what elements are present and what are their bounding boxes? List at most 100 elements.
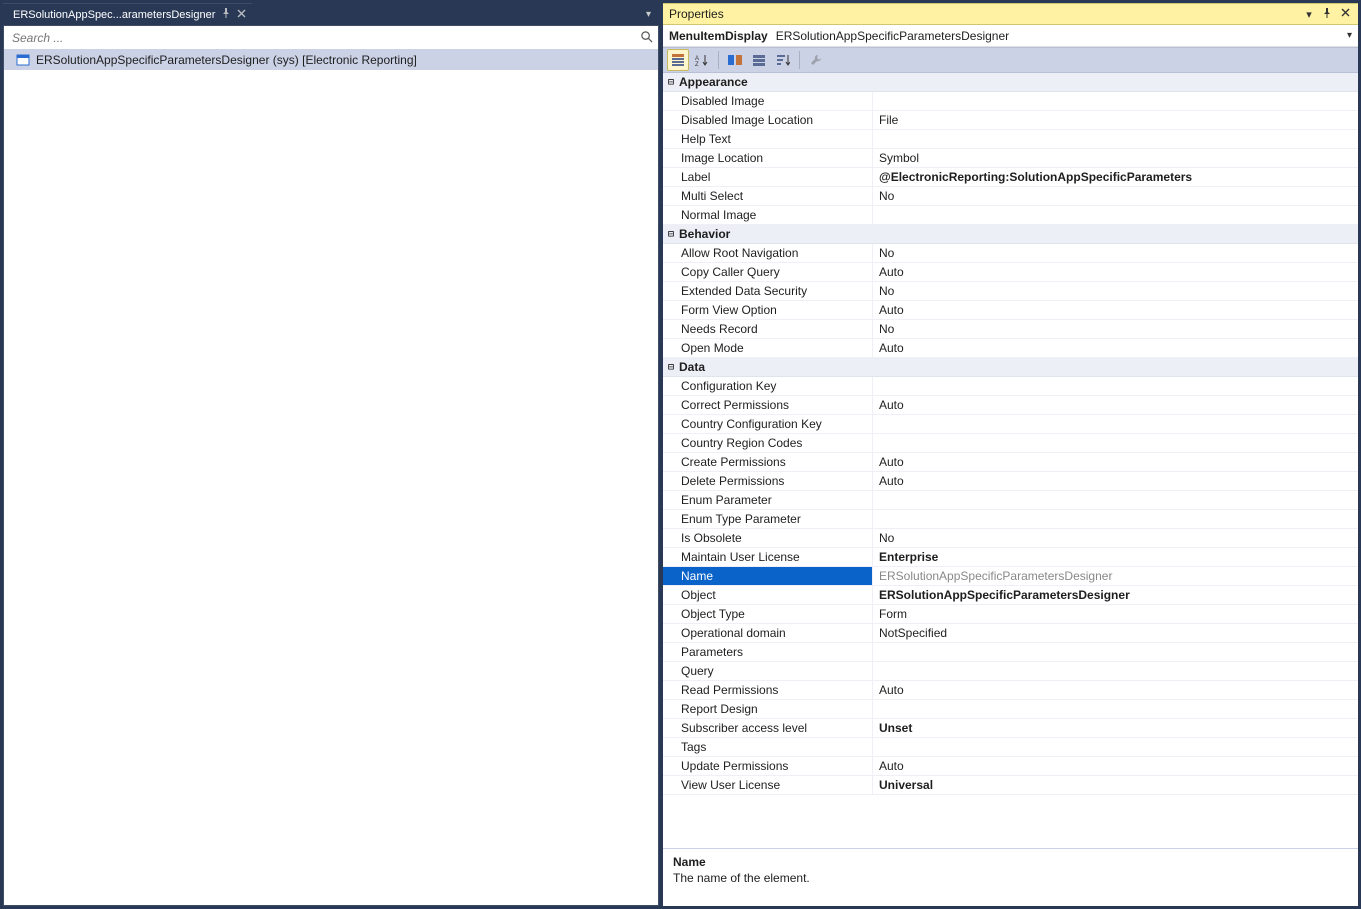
property-row[interactable]: Extended Data SecurityNo xyxy=(663,282,1358,301)
close-icon[interactable] xyxy=(237,9,246,21)
property-row[interactable]: Tags xyxy=(663,738,1358,757)
property-name: Allow Root Navigation xyxy=(663,244,873,262)
property-row[interactable]: Help Text xyxy=(663,130,1358,149)
property-value[interactable] xyxy=(873,510,1358,528)
property-value[interactable]: Auto xyxy=(873,339,1358,357)
search-input[interactable] xyxy=(4,27,634,49)
property-row[interactable]: Operational domainNotSpecified xyxy=(663,624,1358,643)
alphabetical-button[interactable]: AZ xyxy=(691,49,713,71)
property-value[interactable] xyxy=(873,662,1358,680)
property-row[interactable]: Subscriber access levelUnset xyxy=(663,719,1358,738)
categorized-button[interactable] xyxy=(667,49,689,71)
search-icon[interactable] xyxy=(634,30,658,46)
form-tree[interactable]: ERSolutionAppSpecificParametersDesigner … xyxy=(4,50,658,905)
collapse-icon[interactable]: ⊟ xyxy=(663,77,679,88)
property-value[interactable] xyxy=(873,434,1358,452)
property-row[interactable]: Report Design xyxy=(663,700,1358,719)
property-row[interactable]: View User LicenseUniversal xyxy=(663,776,1358,795)
properties-object-selector[interactable]: MenuItemDisplay ERSolutionAppSpecificPar… xyxy=(663,25,1358,47)
property-row[interactable]: ObjectERSolutionAppSpecificParametersDes… xyxy=(663,586,1358,605)
property-value[interactable]: Auto xyxy=(873,263,1358,281)
property-value[interactable]: Auto xyxy=(873,396,1358,414)
property-value[interactable]: ERSolutionAppSpecificParametersDesigner xyxy=(873,567,1358,585)
property-category[interactable]: ⊟Data xyxy=(663,358,1358,377)
property-row[interactable]: Disabled Image xyxy=(663,92,1358,111)
property-row[interactable]: Configuration Key xyxy=(663,377,1358,396)
pin-icon[interactable] xyxy=(221,8,231,21)
property-row[interactable]: Correct PermissionsAuto xyxy=(663,396,1358,415)
property-value[interactable] xyxy=(873,415,1358,433)
extensions-button[interactable] xyxy=(724,49,746,71)
property-row[interactable]: Maintain User LicenseEnterprise xyxy=(663,548,1358,567)
properties-grid[interactable]: ⊟AppearanceDisabled ImageDisabled Image … xyxy=(663,73,1358,848)
property-value[interactable]: Auto xyxy=(873,301,1358,319)
property-value[interactable]: Auto xyxy=(873,472,1358,490)
property-row[interactable]: Country Configuration Key xyxy=(663,415,1358,434)
property-value[interactable]: File xyxy=(873,111,1358,129)
property-value[interactable]: No xyxy=(873,187,1358,205)
property-row[interactable]: Label@ElectronicReporting:SolutionAppSpe… xyxy=(663,168,1358,187)
property-value[interactable]: No xyxy=(873,320,1358,338)
property-row[interactable]: Delete PermissionsAuto xyxy=(663,472,1358,491)
sort-button[interactable] xyxy=(772,49,794,71)
property-row[interactable]: Update PermissionsAuto xyxy=(663,757,1358,776)
autohide-pin-icon[interactable] xyxy=(1320,8,1334,21)
property-value[interactable] xyxy=(873,491,1358,509)
property-row[interactable]: Image LocationSymbol xyxy=(663,149,1358,168)
property-value[interactable] xyxy=(873,130,1358,148)
property-value[interactable]: Auto xyxy=(873,757,1358,775)
close-panel-icon[interactable] xyxy=(1338,8,1352,21)
property-row[interactable]: Multi SelectNo xyxy=(663,187,1358,206)
events-button[interactable] xyxy=(748,49,770,71)
property-value[interactable]: No xyxy=(873,529,1358,547)
chevron-down-icon[interactable]: ▾ xyxy=(1347,30,1352,41)
property-row[interactable]: Needs RecordNo xyxy=(663,320,1358,339)
property-value[interactable] xyxy=(873,92,1358,110)
property-category[interactable]: ⊟Behavior xyxy=(663,225,1358,244)
toolbar-separator xyxy=(718,51,719,69)
property-row[interactable]: Is ObsoleteNo xyxy=(663,529,1358,548)
property-value[interactable]: Form xyxy=(873,605,1358,623)
property-row[interactable]: Parameters xyxy=(663,643,1358,662)
property-row[interactable]: Allow Root NavigationNo xyxy=(663,244,1358,263)
wrench-icon[interactable] xyxy=(805,49,827,71)
property-value[interactable]: Universal xyxy=(873,776,1358,794)
property-row[interactable]: Form View OptionAuto xyxy=(663,301,1358,320)
property-value[interactable]: Auto xyxy=(873,681,1358,699)
property-row[interactable]: Read PermissionsAuto xyxy=(663,681,1358,700)
collapse-icon[interactable]: ⊟ xyxy=(663,362,679,373)
property-value[interactable]: ERSolutionAppSpecificParametersDesigner xyxy=(873,586,1358,604)
property-row[interactable]: Object TypeForm xyxy=(663,605,1358,624)
property-value[interactable]: No xyxy=(873,244,1358,262)
property-value[interactable]: NotSpecified xyxy=(873,624,1358,642)
property-category[interactable]: ⊟Appearance xyxy=(663,73,1358,92)
property-row[interactable]: Enum Type Parameter xyxy=(663,510,1358,529)
property-value[interactable]: Unset xyxy=(873,719,1358,737)
property-row[interactable]: Open ModeAuto xyxy=(663,339,1358,358)
property-value[interactable] xyxy=(873,643,1358,661)
property-name: Enum Parameter xyxy=(663,491,873,509)
property-row[interactable]: Query xyxy=(663,662,1358,681)
document-tab[interactable]: ERSolutionAppSpec...arametersDesigner xyxy=(3,3,252,25)
tab-strip-overflow[interactable]: ▾ xyxy=(646,9,659,20)
property-row[interactable]: Normal Image xyxy=(663,206,1358,225)
property-value[interactable]: Symbol xyxy=(873,149,1358,167)
window-dropdown-icon[interactable]: ▾ xyxy=(1302,8,1316,21)
property-value[interactable] xyxy=(873,206,1358,224)
tree-row[interactable]: ERSolutionAppSpecificParametersDesigner … xyxy=(4,50,658,70)
property-row[interactable]: NameERSolutionAppSpecificParametersDesig… xyxy=(663,567,1358,586)
property-row[interactable]: Create PermissionsAuto xyxy=(663,453,1358,472)
collapse-icon[interactable]: ⊟ xyxy=(663,229,679,240)
property-row[interactable]: Enum Parameter xyxy=(663,491,1358,510)
property-value[interactable]: Auto xyxy=(873,453,1358,471)
property-row[interactable]: Country Region Codes xyxy=(663,434,1358,453)
property-value[interactable]: Enterprise xyxy=(873,548,1358,566)
property-value[interactable]: @ElectronicReporting:SolutionAppSpecific… xyxy=(873,168,1358,186)
property-value[interactable]: No xyxy=(873,282,1358,300)
property-value[interactable] xyxy=(873,738,1358,756)
property-value[interactable] xyxy=(873,377,1358,395)
property-row[interactable]: Disabled Image LocationFile xyxy=(663,111,1358,130)
property-row[interactable]: Copy Caller QueryAuto xyxy=(663,263,1358,282)
property-value[interactable] xyxy=(873,700,1358,718)
property-name: Copy Caller Query xyxy=(663,263,873,281)
